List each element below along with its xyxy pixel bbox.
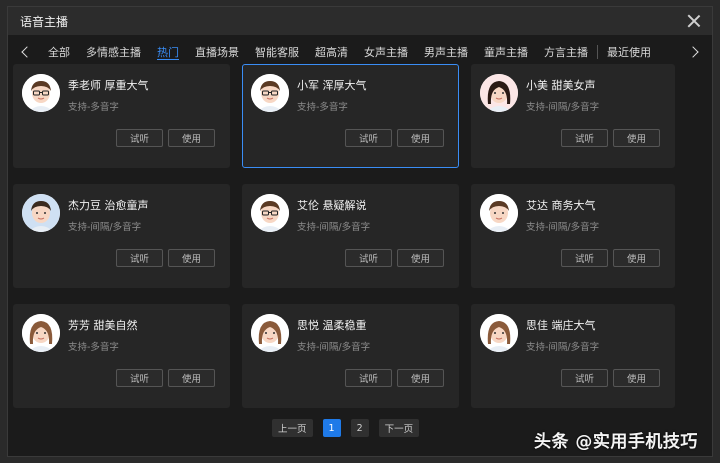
card-actions: 试听 使用 (345, 129, 444, 147)
preview-button[interactable]: 试听 (561, 249, 608, 267)
anchor-support: 支持-间隔/多音字 (68, 222, 142, 233)
woman-icon (480, 314, 518, 352)
close-icon[interactable] (686, 13, 702, 29)
tab-6[interactable]: 女声主播 (356, 44, 416, 60)
use-button[interactable]: 使用 (168, 129, 215, 147)
preview-button[interactable]: 试听 (561, 129, 608, 147)
chevron-left-icon[interactable] (16, 43, 34, 61)
woman-icon (22, 314, 60, 352)
use-button[interactable]: 使用 (168, 249, 215, 267)
anchor-name: 季老师 厚重大气 (68, 79, 149, 92)
anchor-support: 支持-间隔/多音字 (297, 342, 371, 353)
anchor-card[interactable]: 芳芳 甜美自然 支持-多音字试听 使用 (13, 304, 230, 408)
page-button-1[interactable]: 1 (322, 419, 341, 437)
card-actions: 试听 使用 (116, 369, 215, 387)
anchor-name: 思佳 端庄大气 (526, 319, 596, 332)
tab-9[interactable]: 方言主播 (536, 44, 596, 60)
anchor-name: 小军 浑厚大气 (297, 79, 367, 92)
anchor-name: 芳芳 甜美自然 (68, 319, 138, 332)
title-bar: 语音主播 (8, 7, 712, 35)
anchor-name: 杰力豆 治愈童声 (68, 199, 149, 212)
watermark: 头条 @实用手机技巧 (534, 432, 698, 452)
anchor-name: 艾伦 悬疑解说 (297, 199, 367, 212)
use-button[interactable]: 使用 (613, 369, 660, 387)
dialog-title: 语音主播 (20, 14, 69, 29)
card-actions: 试听 使用 (561, 129, 660, 147)
anchor-support: 支持-多音字 (68, 342, 119, 353)
tab-7[interactable]: 男声主播 (416, 44, 476, 60)
anchor-card[interactable]: 小军 浑厚大气 支持-多音字试听 使用 (242, 64, 459, 168)
anchor-support: 支持-多音字 (297, 102, 348, 113)
man-glasses-icon (251, 194, 289, 232)
next-page-button[interactable]: 下一页 (378, 419, 420, 437)
woman-long-hair-icon (480, 74, 518, 112)
preview-button[interactable]: 试听 (116, 249, 163, 267)
anchor-support: 支持-多音字 (68, 102, 119, 113)
anchor-support: 支持-间隔/多音字 (526, 342, 600, 353)
anchor-card[interactable]: 小美 甜美女声 支持-间隔/多音字试听 使用 (471, 64, 675, 168)
anchor-support: 支持-间隔/多音字 (297, 222, 371, 233)
tab-list: 全部 多情感主播 热门 直播场景 智能客服 超高清 女声主播 男声主播 童声主播 方言主播 最近使用 (34, 44, 686, 60)
card-actions: 试听 使用 (345, 249, 444, 267)
tab-8[interactable]: 童声主播 (476, 44, 536, 60)
card-actions: 试听 使用 (561, 249, 660, 267)
card-actions: 试听 使用 (116, 129, 215, 147)
preview-button[interactable]: 试听 (345, 249, 392, 267)
tab-0[interactable]: 全部 (40, 44, 78, 60)
use-button[interactable]: 使用 (613, 129, 660, 147)
preview-button[interactable]: 试听 (561, 369, 608, 387)
use-button[interactable]: 使用 (613, 249, 660, 267)
anchor-card[interactable]: 季老师 厚重大气 支持-多音字试听 使用 (13, 64, 230, 168)
anchor-name: 思悦 温柔稳重 (297, 319, 367, 332)
tab-3[interactable]: 直播场景 (187, 44, 247, 60)
tab-2[interactable]: 热门 (149, 44, 187, 60)
preview-button[interactable]: 试听 (116, 369, 163, 387)
man-icon (480, 194, 518, 232)
use-button[interactable]: 使用 (397, 369, 444, 387)
anchor-name: 小美 甜美女声 (526, 79, 596, 92)
man-glasses-icon (22, 74, 60, 112)
card-actions: 试听 使用 (116, 249, 215, 267)
anchor-card[interactable]: 思佳 端庄大气 支持-间隔/多音字试听 使用 (471, 304, 675, 408)
chevron-right-icon[interactable] (686, 43, 704, 61)
page-button-2[interactable]: 2 (350, 419, 369, 437)
anchor-grid: 季老师 厚重大气 支持-多音字 试听 使用 小军 浑厚大气 支持-多音字 试听 使用 小美 甜美… (13, 64, 675, 408)
preview-button[interactable]: 试听 (116, 129, 163, 147)
use-button[interactable]: 使用 (397, 129, 444, 147)
tab-10[interactable]: 最近使用 (599, 44, 659, 60)
anchor-support: 支持-间隔/多音字 (526, 102, 600, 113)
preview-button[interactable]: 试听 (345, 369, 392, 387)
tab-1[interactable]: 多情感主播 (78, 44, 149, 60)
anchor-support: 支持-间隔/多音字 (526, 222, 600, 233)
anchor-card[interactable]: 杰力豆 治愈童声 支持-间隔/多音字试听 使用 (13, 184, 230, 288)
man-glasses-icon (251, 74, 289, 112)
prev-page-button[interactable]: 上一页 (272, 419, 313, 437)
pagination: 上一页 1 2 下一页 (272, 419, 420, 437)
tab-4[interactable]: 智能客服 (247, 44, 307, 60)
tab-5[interactable]: 超高清 (307, 44, 356, 60)
anchor-card[interactable]: 艾伦 悬疑解说 支持-间隔/多音字试听 使用 (242, 184, 459, 288)
child-icon (22, 194, 60, 232)
tab-divider (597, 45, 598, 59)
use-button[interactable]: 使用 (168, 369, 215, 387)
woman-icon (251, 314, 289, 352)
anchor-card[interactable]: 思悦 温柔稳重 支持-间隔/多音字试听 使用 (242, 304, 459, 408)
preview-button[interactable]: 试听 (345, 129, 392, 147)
anchor-card[interactable]: 艾达 商务大气 支持-间隔/多音字试听 使用 (471, 184, 675, 288)
card-actions: 试听 使用 (561, 369, 660, 387)
anchor-name: 艾达 商务大气 (526, 199, 596, 212)
use-button[interactable]: 使用 (397, 249, 444, 267)
card-actions: 试听 使用 (345, 369, 444, 387)
